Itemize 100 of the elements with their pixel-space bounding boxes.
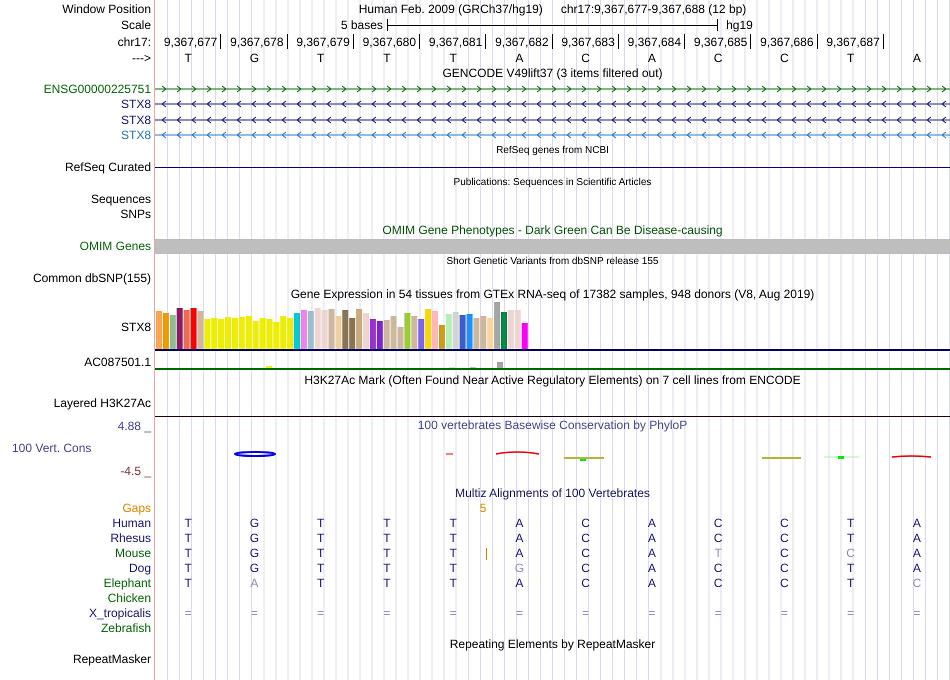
track-label[interactable]: OMIM Genes bbox=[80, 240, 151, 252]
axis-min-label: -4.5 _ bbox=[120, 464, 151, 476]
track-label[interactable]: AC087501.1 bbox=[84, 356, 151, 368]
aligned-base: T bbox=[383, 562, 391, 574]
track-label[interactable]: SNPs bbox=[120, 208, 151, 220]
aligned-base: A bbox=[648, 547, 656, 559]
track-title: OMIM Gene Phenotypes - Dark Green Can Be Disease-causing bbox=[382, 224, 723, 236]
aligned-base: T bbox=[316, 562, 324, 574]
track-label[interactable]: STX8 bbox=[120, 320, 151, 332]
aligned-base: A bbox=[515, 517, 524, 529]
scale-length: 5 bases bbox=[340, 19, 383, 31]
aligned-base: T bbox=[846, 517, 854, 529]
aligned-base: A bbox=[515, 532, 524, 544]
sequence-base: T bbox=[449, 52, 457, 64]
aligned-base: A bbox=[648, 577, 656, 589]
aligned-base: T bbox=[449, 562, 457, 574]
aligned-base: A bbox=[912, 517, 921, 529]
aligned-base: C bbox=[780, 517, 789, 529]
track-label[interactable]: Scale bbox=[120, 19, 151, 31]
track-label[interactable]: ---> bbox=[132, 52, 151, 64]
aligned-base: C bbox=[581, 562, 590, 574]
track-title: Multiz Alignments of 100 Vertebrates bbox=[455, 486, 650, 498]
track-label[interactable]: Chicken bbox=[108, 592, 151, 604]
track-label[interactable]: Layered H3K27Ac bbox=[54, 396, 151, 408]
aligned-base: = bbox=[913, 607, 920, 619]
track-label[interactable]: Elephant bbox=[104, 577, 151, 589]
assembly-title: Human Feb. 2009 (GRCh37/hg19) bbox=[358, 2, 543, 14]
track-title: Gene Expression in 54 tissues from GTEx RNA-seq of 17382 samples, 948 donors (V8, Aug 2019) bbox=[290, 288, 814, 300]
aligned-base: A bbox=[250, 577, 258, 589]
track-label[interactable]: Human bbox=[112, 517, 151, 529]
ruler-position: 9,367,684 bbox=[628, 36, 681, 48]
aligned-base: C bbox=[581, 532, 590, 544]
track-title: 100 vertebrates Basewise Conservation by PhyloP bbox=[418, 418, 688, 430]
aligned-base: G bbox=[250, 517, 260, 529]
track-label[interactable]: chr17: bbox=[118, 36, 151, 48]
track-label[interactable]: ENSG00000225751 bbox=[44, 82, 151, 95]
ruler-position: 9,367,685 bbox=[694, 36, 748, 48]
axis-max-label: 4.88 _ bbox=[118, 420, 151, 432]
sequence-base: C bbox=[780, 52, 789, 64]
ruler-position: 9,367,682 bbox=[495, 36, 548, 48]
aligned-base: C bbox=[714, 562, 722, 574]
aligned-base: C bbox=[780, 577, 789, 589]
ruler-position: 9,367,678 bbox=[230, 36, 284, 48]
aligned-base: = bbox=[383, 607, 390, 619]
aligned-base: T bbox=[449, 577, 457, 589]
track-label[interactable]: STX8 bbox=[120, 114, 151, 126]
track-label[interactable]: STX8 bbox=[120, 98, 151, 110]
aligned-base: C bbox=[714, 577, 722, 589]
aligned-base: T bbox=[383, 577, 391, 589]
track-label[interactable]: Mouse bbox=[114, 547, 151, 559]
sequence-base: T bbox=[184, 52, 192, 64]
aligned-base: A bbox=[515, 547, 524, 559]
track-title: Publications: Sequences in Scientific Articles bbox=[454, 178, 652, 188]
sequence-base: C bbox=[714, 52, 722, 64]
aligned-base: = bbox=[317, 607, 324, 619]
track-title: H3K27Ac Mark (Often Found Near Active Regulatory Elements) on 7 cell lines from ENCODE bbox=[304, 374, 801, 386]
aligned-base: A bbox=[912, 562, 921, 574]
aligned-base: T bbox=[184, 562, 192, 574]
aligned-base: T bbox=[316, 547, 324, 559]
aligned-base: C bbox=[780, 532, 789, 544]
aligned-base: = bbox=[450, 607, 457, 619]
aligned-base: = bbox=[582, 607, 590, 619]
sequence-base: T bbox=[316, 52, 324, 64]
aligned-base: C bbox=[581, 547, 590, 559]
aligned-base: G bbox=[250, 547, 260, 559]
aligned-base: = bbox=[714, 607, 722, 619]
aligned-base: G bbox=[250, 532, 260, 544]
track-label[interactable]: RepeatMasker bbox=[72, 653, 151, 666]
track-label[interactable]: Sequences bbox=[90, 192, 151, 205]
track-label[interactable]: STX8 bbox=[120, 129, 151, 142]
ruler-position: 9,367,681 bbox=[428, 36, 482, 48]
aligned-base: T bbox=[184, 532, 192, 544]
track-label[interactable]: Rhesus bbox=[110, 532, 151, 544]
aligned-base: T bbox=[846, 532, 854, 544]
track-label[interactable]: Zebrafish bbox=[100, 622, 151, 634]
track-label[interactable]: X_tropicalis bbox=[88, 607, 151, 619]
aligned-base: G bbox=[250, 562, 260, 574]
ruler-position: 9,367,680 bbox=[362, 36, 416, 48]
aligned-base: A bbox=[515, 577, 524, 589]
aligned-base: T bbox=[846, 577, 854, 589]
aligned-base: T bbox=[846, 562, 854, 574]
sequence-base: C bbox=[581, 52, 590, 64]
aligned-base: = bbox=[516, 607, 523, 619]
ruler-position: 9,367,683 bbox=[561, 36, 615, 48]
track-label[interactable]: Common dbSNP(155) bbox=[32, 272, 151, 284]
aligned-base: C bbox=[714, 532, 722, 544]
ruler-position: 9,367,687 bbox=[826, 36, 880, 48]
track-label[interactable]: Dog bbox=[128, 562, 151, 574]
aligned-base: T bbox=[449, 532, 457, 544]
track-label[interactable]: 100 Vert. Cons bbox=[12, 442, 92, 454]
aligned-base: T bbox=[316, 517, 324, 529]
aligned-base: A bbox=[648, 562, 656, 574]
track-title: GENCODE V49lift37 (3 items filtered out) bbox=[442, 67, 663, 79]
aligned-base: A bbox=[912, 532, 921, 544]
track-label[interactable]: Window Position bbox=[62, 2, 151, 14]
aligned-base: T bbox=[383, 547, 391, 559]
aligned-base: T bbox=[184, 547, 192, 559]
aligned-base: T bbox=[449, 517, 457, 529]
track-title: RefSeq genes from NCBI bbox=[496, 146, 609, 156]
track-label[interactable]: RefSeq Curated bbox=[64, 161, 151, 173]
